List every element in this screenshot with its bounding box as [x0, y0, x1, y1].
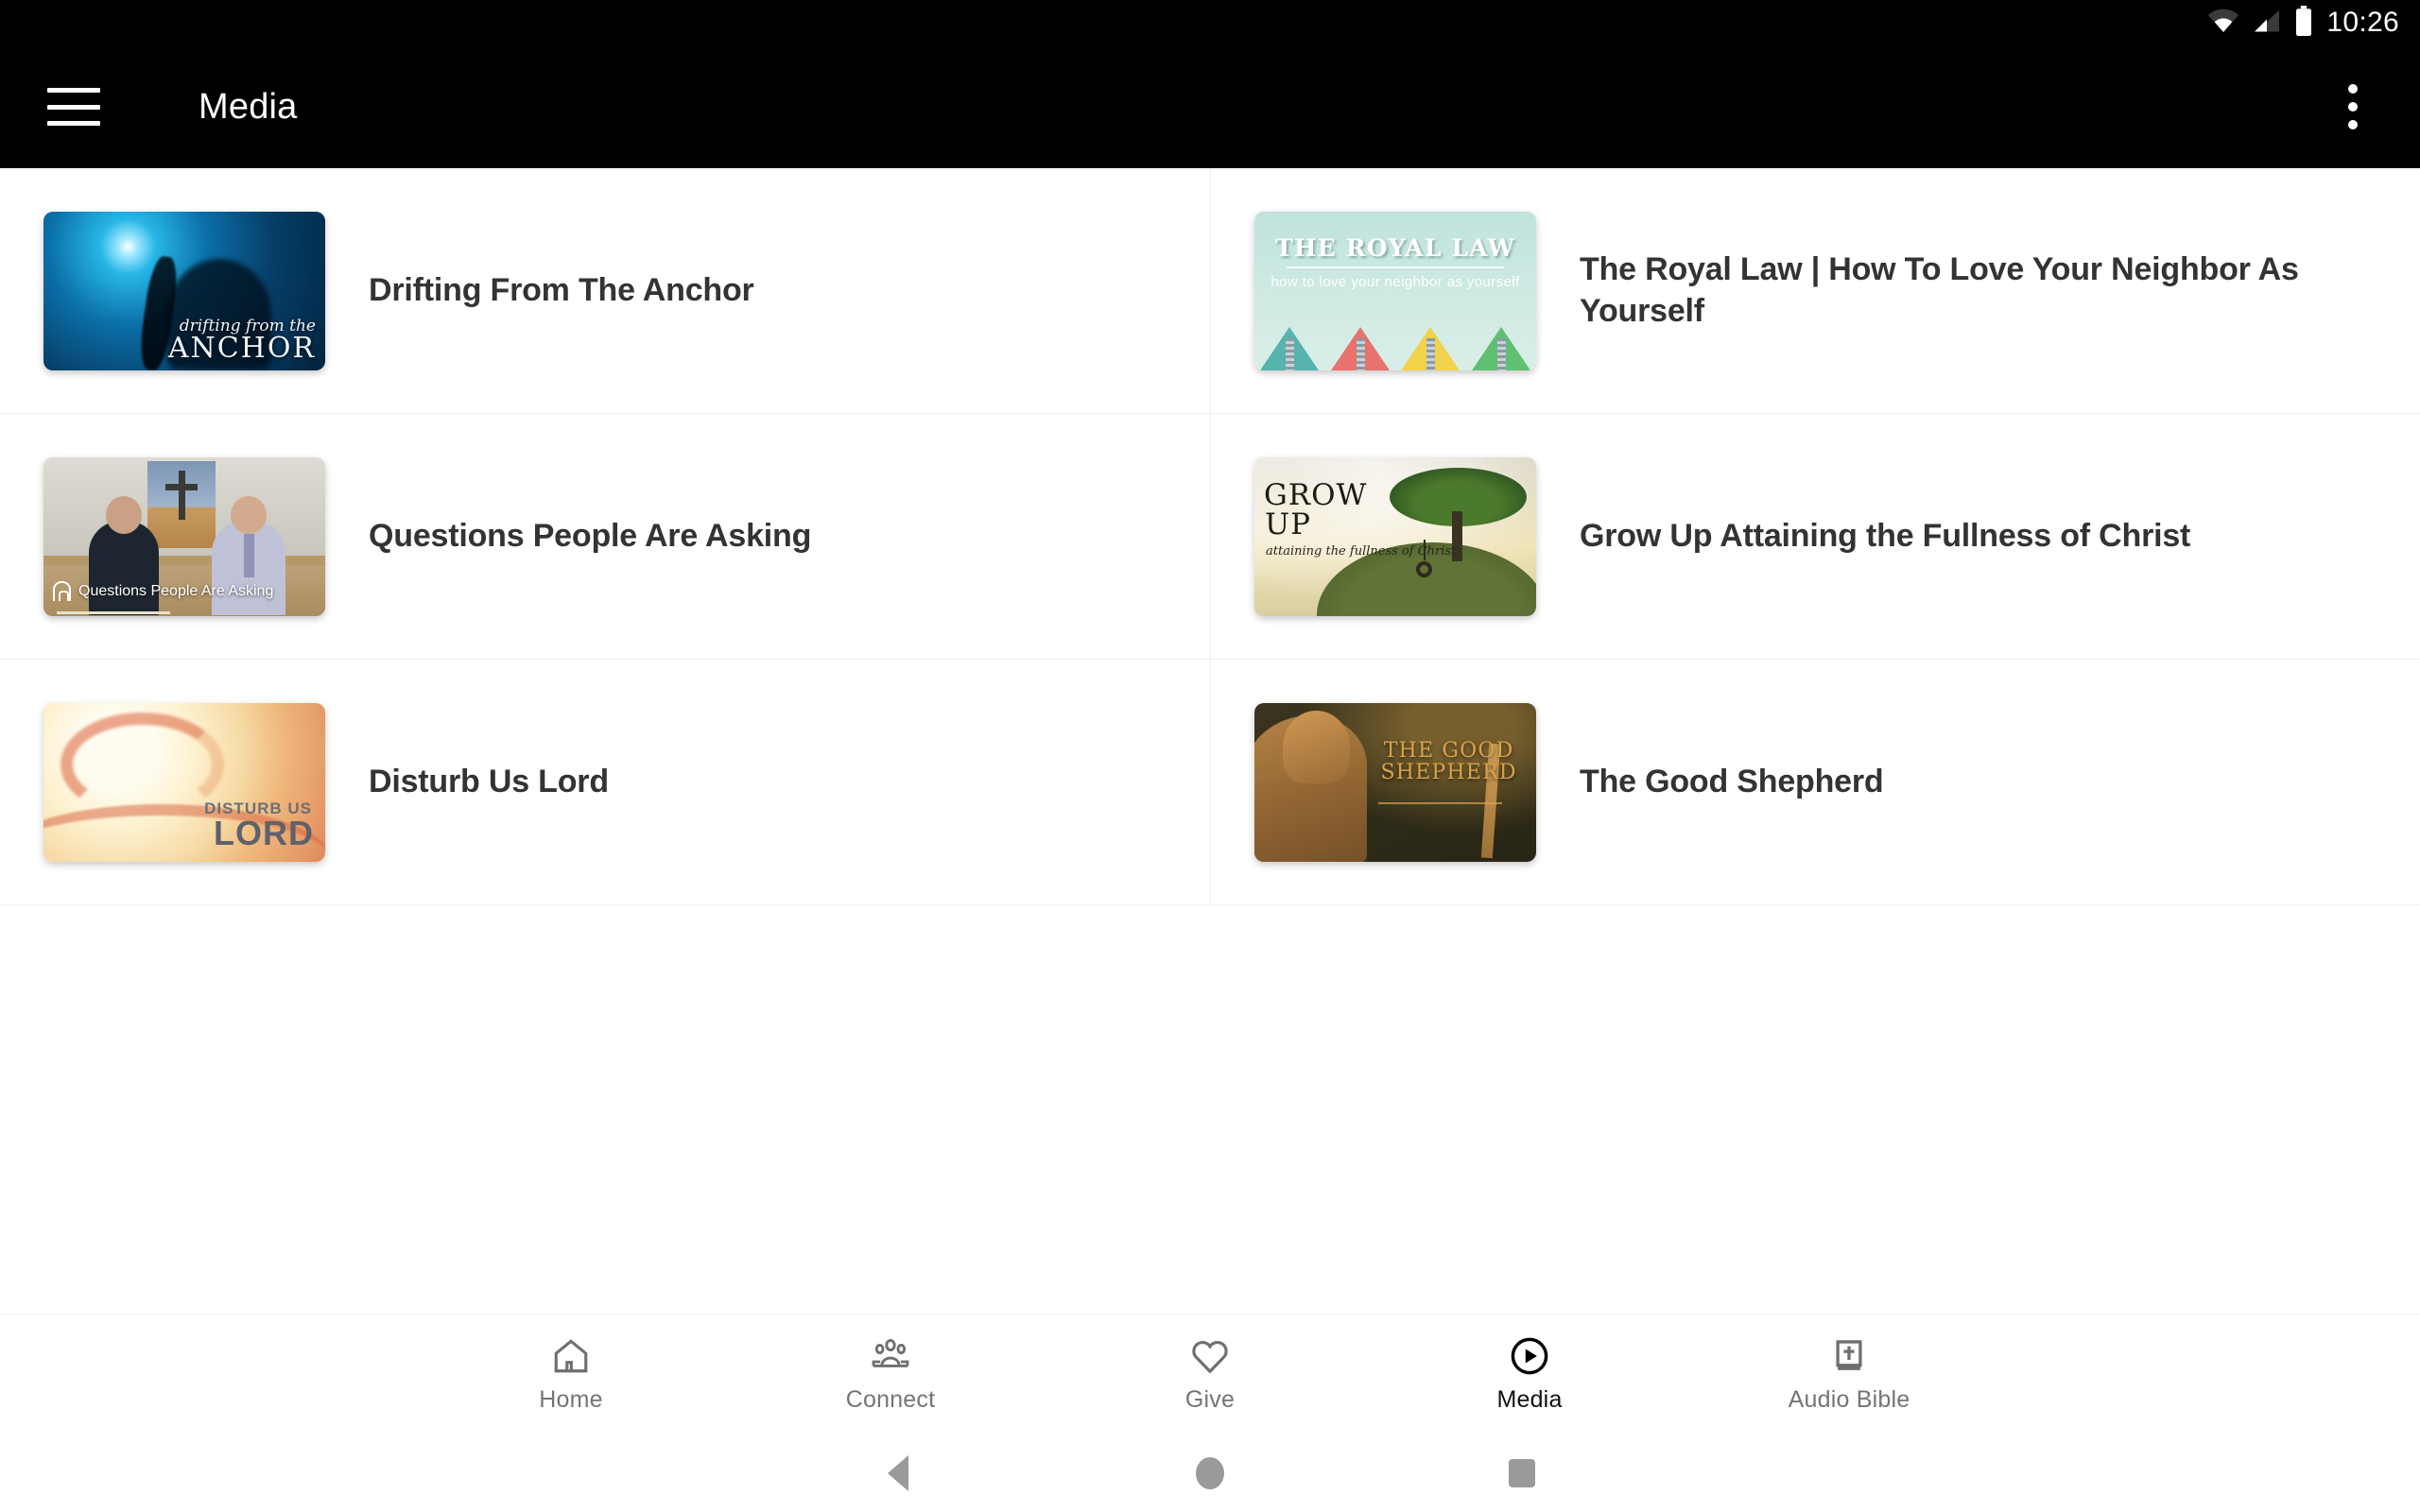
nav-tab-label: Home [539, 1386, 603, 1413]
thumbnail-grow-up[interactable]: GROW UP attaining the fullness of Christ [1254, 456, 1536, 616]
nav-tab-label: Connect [845, 1386, 936, 1413]
nav-tab-label: Media [1496, 1386, 1563, 1413]
nav-tab-audio-bible[interactable]: Audio Bible [1689, 1335, 2009, 1414]
system-back-button[interactable] [742, 1455, 1054, 1491]
home-circle-icon [1196, 1457, 1224, 1489]
play-circle-icon [1509, 1335, 1550, 1377]
media-item-the-good-shepherd[interactable]: THE GOOD SHEPHERD The Good Shepherd [1211, 660, 2420, 905]
media-item-title: Questions People Are Asking [369, 517, 812, 554]
church-arch-icon [53, 581, 71, 601]
media-grid: drifting from the ANCHOR Drifting From T… [0, 168, 2420, 905]
media-item-drifting-from-the-anchor[interactable]: drifting from the ANCHOR Drifting From T… [0, 168, 1211, 414]
media-item-title: Drifting From The Anchor [369, 271, 754, 308]
thumb-main-text: ANCHOR [167, 331, 316, 365]
thumbnail-disturb-us-lord[interactable]: DISTURB US LORD [43, 702, 325, 862]
nav-tab-label: Audio Bible [1788, 1386, 1910, 1413]
thumb-rule [1287, 266, 1504, 268]
status-bar: 10:26 [0, 0, 2420, 45]
nav-tab-connect[interactable]: Connect [731, 1335, 1050, 1414]
nav-tab-home[interactable]: Home [411, 1335, 731, 1414]
bottom-navigation-bar: Home Connect Give Media Audio Bible [0, 1314, 2420, 1435]
media-item-disturb-us-lord[interactable]: DISTURB US LORD Disturb Us Lord [0, 660, 1211, 905]
media-list: drifting from the ANCHOR Drifting From T… [0, 168, 2420, 1315]
thumb-overlay-text: Questions People Are Asking [78, 582, 274, 599]
thumbnail-the-royal-law[interactable]: THE ROYAL LAW how to love your neighbor … [1254, 211, 1536, 370]
thumb-sub-text: attaining the fullness of Christ [1266, 543, 1457, 558]
nav-tab-media[interactable]: Media [1370, 1335, 1689, 1414]
thumb-main-text: THE GOOD SHEPHERD [1380, 738, 1517, 784]
media-item-the-royal-law[interactable]: THE ROYAL LAW how to love your neighbor … [1211, 168, 2420, 414]
nav-tab-give[interactable]: Give [1050, 1335, 1370, 1414]
roof-illustration [1254, 323, 1536, 370]
system-home-button[interactable] [1054, 1457, 1366, 1489]
media-item-title: The Good Shepherd [1580, 763, 1884, 799]
thumb-text-line2: UP [1265, 507, 1311, 541]
battery-icon [2294, 5, 2313, 41]
back-triangle-icon [888, 1455, 908, 1491]
system-recents-button[interactable] [1366, 1459, 1678, 1487]
thumb-sub-text: how to love your neighbor as yourself [1270, 273, 1520, 290]
recents-square-icon [1509, 1459, 1535, 1487]
thumbnail-drifting-from-the-anchor[interactable]: drifting from the ANCHOR [43, 211, 325, 370]
thumbnail-questions-people-are-asking[interactable]: Questions People Are Asking [43, 456, 325, 616]
media-item-title: Disturb Us Lord [369, 763, 609, 799]
bible-book-icon [1829, 1335, 1869, 1377]
people-group-icon [870, 1335, 911, 1377]
media-item-title: The Royal Law | How To Love Your Neighbo… [1580, 250, 2299, 329]
thumb-text-line2: LORD [214, 813, 314, 852]
hamburger-menu-icon[interactable] [47, 88, 100, 126]
wifi-icon [2207, 9, 2239, 38]
media-item-title: Grow Up Attaining the Fullness of Christ [1580, 517, 2191, 554]
heart-icon [1190, 1335, 1230, 1377]
android-system-nav [0, 1435, 2420, 1512]
media-item-questions-people-are-asking[interactable]: Questions People Are Asking Questions Pe… [0, 414, 1211, 660]
page-title: Media [199, 86, 298, 127]
thumb-text-line1: GROW [1264, 477, 1368, 512]
app-bar: Media [0, 45, 2420, 168]
more-vert-icon[interactable] [2331, 71, 2375, 143]
thumb-main-text: THE ROYAL LAW [1275, 233, 1515, 262]
cellular-signal-icon [2253, 9, 2281, 38]
status-bar-icons [2207, 5, 2313, 41]
home-icon [551, 1335, 591, 1377]
nav-tab-label: Give [1184, 1386, 1236, 1413]
media-item-grow-up[interactable]: GROW UP attaining the fullness of Christ… [1211, 414, 2420, 660]
status-bar-clock: 10:26 [2326, 7, 2399, 38]
thumbnail-the-good-shepherd[interactable]: THE GOOD SHEPHERD [1254, 702, 1536, 862]
